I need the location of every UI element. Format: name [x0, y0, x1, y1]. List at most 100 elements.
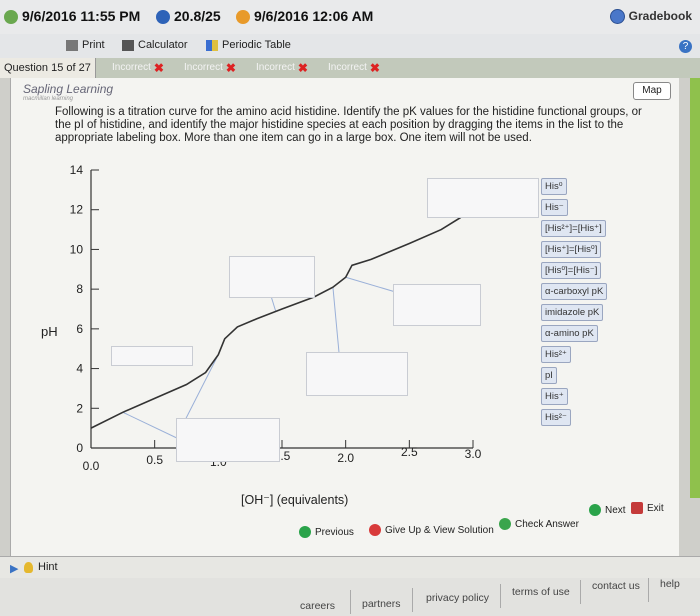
calculator-icon: [122, 39, 134, 51]
due-time: 9/6/2016 12:06 AM: [254, 8, 374, 24]
previous-button[interactable]: Previous: [299, 526, 354, 538]
previous-icon: [299, 526, 311, 538]
start-time: 9/6/2016 11:55 PM: [22, 8, 141, 24]
previous-label: Previous: [315, 526, 354, 538]
incorrect-icon: ✖: [369, 60, 380, 75]
footer-divider: [648, 578, 649, 602]
y-tick-label: 10: [70, 242, 84, 256]
printer-icon: [66, 39, 78, 51]
print-label: Print: [82, 39, 105, 51]
periodic-table-button[interactable]: Periodic Table: [206, 39, 291, 51]
footer-link-privacy[interactable]: privacy policy: [426, 592, 489, 604]
globe-icon: [609, 8, 625, 24]
print-button[interactable]: Print: [66, 39, 105, 51]
leader-line: [270, 295, 277, 312]
check-answer-label: Check Answer: [515, 518, 579, 530]
footer-link-contact[interactable]: contact us: [592, 580, 640, 592]
label-box[interactable]: [306, 352, 408, 396]
drag-item[interactable]: α-carboxyl pK: [541, 283, 608, 300]
footer-divider: [500, 584, 501, 608]
exit-icon: [631, 502, 643, 514]
y-tick-label: 14: [70, 163, 84, 177]
give-up-icon: [369, 524, 381, 536]
toolbar: Print Calculator Periodic Table ?: [0, 34, 700, 58]
label-box[interactable]: [229, 256, 315, 298]
y-tick-label: 6: [76, 322, 83, 336]
footer-divider: [412, 588, 413, 612]
next-button[interactable]: Next: [589, 504, 626, 516]
next-label: Next: [605, 504, 626, 516]
attempt-4[interactable]: Incorrect ✖: [328, 60, 380, 75]
incorrect-icon: ✖: [297, 60, 308, 75]
attempt-label: Incorrect: [256, 62, 295, 73]
y-tick-label: 12: [70, 203, 84, 217]
calculator-button[interactable]: Calculator: [122, 39, 188, 51]
attempt-3[interactable]: Incorrect ✖: [256, 60, 308, 75]
label-box[interactable]: [176, 418, 280, 462]
exit-button[interactable]: Exit: [631, 502, 664, 514]
drag-item[interactable]: His²⁻: [541, 409, 571, 426]
drag-item[interactable]: His⁻: [541, 199, 568, 216]
footer-link-terms[interactable]: terms of use: [512, 586, 570, 598]
periodic-table-label: Periodic Table: [222, 39, 291, 51]
label-box[interactable]: [427, 178, 539, 218]
question-content: Sapling Learning macmillan learning Map …: [10, 78, 679, 556]
attempt-label: Incorrect: [184, 62, 223, 73]
drag-item[interactable]: [His⁰]=[His⁻]: [541, 262, 602, 279]
x-tick-label: 2.5: [401, 445, 418, 459]
footer-divider: [350, 590, 351, 614]
gradebook-button[interactable]: Gradebook: [609, 6, 692, 26]
hint-bulb-icon: [24, 562, 33, 573]
give-up-button[interactable]: Give Up & View Solution: [369, 524, 494, 536]
drag-item[interactable]: α-amino pK: [541, 325, 598, 342]
label-box[interactable]: [393, 284, 481, 326]
gradebook-label: Gradebook: [628, 9, 692, 23]
question-number[interactable]: Question 15 of 27: [0, 58, 96, 78]
footer: careers partners privacy policy terms of…: [0, 578, 700, 616]
y-tick-label: 0: [76, 441, 83, 455]
footer-link-help[interactable]: help: [660, 578, 680, 590]
y-tick-label: 4: [76, 362, 83, 376]
hint-arrow-icon: ▶: [10, 563, 19, 575]
drag-item[interactable]: His²⁺: [541, 346, 571, 363]
y-tick-label: 2: [76, 401, 83, 415]
footer-link-careers[interactable]: careers: [300, 600, 335, 612]
y-tick-label: 8: [76, 282, 83, 296]
give-up-label: Give Up & View Solution: [385, 524, 494, 536]
next-icon: [589, 504, 601, 516]
incorrect-icon: ✖: [153, 60, 164, 75]
x-tick-label: 2.0: [337, 451, 354, 465]
drag-item[interactable]: [His²⁺]=[His⁺]: [541, 220, 606, 237]
help-icon[interactable]: ?: [679, 40, 692, 53]
exit-label: Exit: [647, 502, 664, 514]
attempt-label: Incorrect: [328, 62, 367, 73]
x-tick-label: 0.0: [83, 459, 100, 473]
attempt-label: Incorrect: [112, 62, 151, 73]
drag-item[interactable]: pI: [541, 367, 557, 384]
x-tick-label: 3.0: [465, 447, 482, 461]
x-tick-label: 0.5: [146, 453, 163, 467]
top-info-bar: 9/6/2016 11:55 PM 20.8/25 9/6/2016 12:06…: [0, 0, 700, 34]
label-box[interactable]: [111, 346, 193, 366]
attempt-1[interactable]: Incorrect ✖: [112, 60, 164, 75]
drag-item[interactable]: [His⁺]=[His⁰]: [541, 241, 602, 258]
drag-item[interactable]: imidazole pK: [541, 304, 604, 321]
drag-item[interactable]: His⁰: [541, 178, 567, 195]
leader-line: [122, 411, 182, 441]
due-clock-icon: [236, 10, 250, 24]
hint-bar[interactable]: ▶ Hint: [0, 556, 700, 579]
hint-label: Hint: [38, 561, 58, 573]
periodic-table-icon: [206, 39, 218, 51]
incorrect-icon: ✖: [225, 60, 236, 75]
score-icon: [156, 10, 170, 24]
attempt-2[interactable]: Incorrect ✖: [184, 60, 236, 75]
footer-link-partners[interactable]: partners: [362, 598, 401, 610]
footer-divider: [580, 580, 581, 604]
check-icon: [499, 518, 511, 530]
calculator-label: Calculator: [138, 39, 188, 51]
clock-icon: [4, 10, 18, 24]
drag-item[interactable]: His⁺: [541, 388, 568, 405]
check-answer-button[interactable]: Check Answer: [499, 518, 579, 530]
score: 20.8/25: [174, 8, 221, 24]
scrollbar[interactable]: [690, 78, 700, 498]
